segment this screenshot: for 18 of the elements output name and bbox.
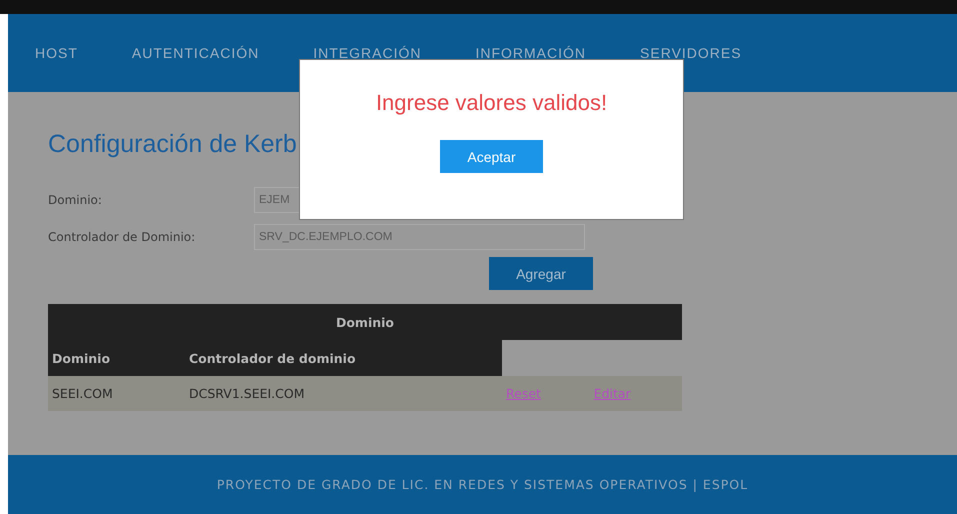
add-button[interactable]: Agregar [489,257,593,290]
field-label: Controlador de Dominio: [48,230,196,244]
alert-message: Ingrese valores validos! [376,90,608,116]
column-header: Dominio [48,340,185,376]
nav-link[interactable]: AUTENTICACIÓN [132,45,260,61]
table-cell: SEEI.COM [48,376,185,411]
nav-link[interactable]: HOST [35,45,78,61]
nav-link[interactable]: INTEGRACIÓN [313,45,422,61]
table-group-header: Dominio [48,304,682,340]
nav-link[interactable]: INFORMACIÓN [475,45,586,61]
nav-link[interactable]: SERVIDORES [640,45,742,61]
input-field[interactable]: SRV_DC.EJEMPLO.COM [254,224,585,250]
column-header: Controlador de dominio [185,340,502,376]
table-cell: DCSRV1.SEEI.COM [185,376,502,411]
field-label: Dominio: [48,192,103,206]
accept-button[interactable]: Aceptar [440,140,543,173]
footer-text: PROYECTO DE GRADO DE LIC. EN REDES Y SISTEMAS OPERATIVOS | ESPOL [216,477,748,492]
page-title: Configuración de Kerb [48,130,297,159]
